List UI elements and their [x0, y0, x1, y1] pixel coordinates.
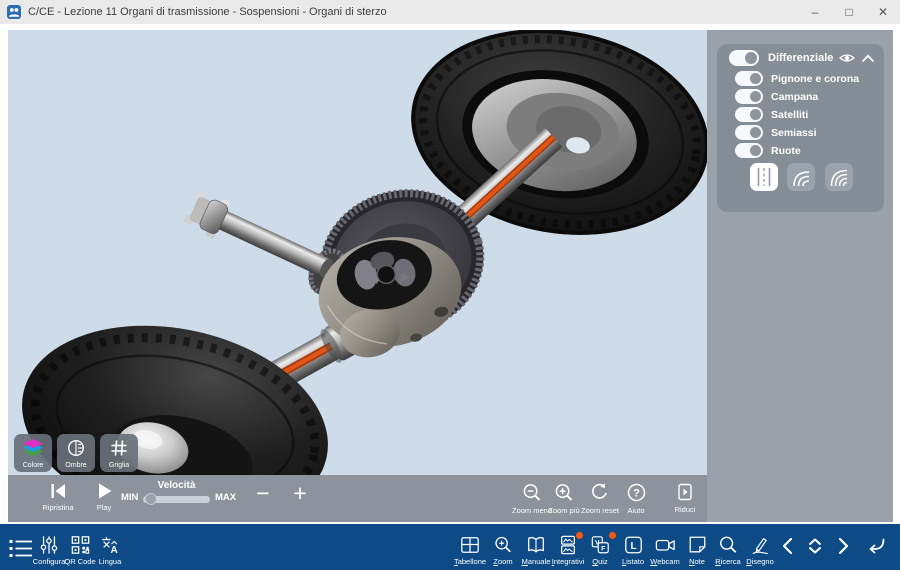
minimize-button[interactable]: – — [798, 0, 832, 24]
differenziale-label: Differenziale — [768, 52, 833, 64]
svg-text:F: F — [601, 545, 605, 552]
help-button[interactable]: ? Aiuto — [612, 482, 660, 515]
chevron-right-icon — [837, 537, 851, 555]
layer-row-campana: Campana — [735, 89, 818, 104]
titlebar: C/CE - Lezione 11 Organi di trasmissione… — [0, 0, 900, 24]
collapse-panel-icon — [675, 482, 695, 502]
grid-icon — [110, 439, 128, 457]
svg-text:?: ? — [633, 488, 640, 500]
zoom-in-icon — [553, 482, 575, 503]
chevron-left-icon — [780, 537, 794, 555]
layer-row-pignone: Pignone e corona — [735, 71, 859, 86]
differenziale-toggle[interactable] — [729, 50, 759, 66]
quiz-vf-icon: VF — [590, 535, 611, 555]
nav-prev-button[interactable] — [780, 537, 794, 555]
window-controls: – □ ✕ — [798, 0, 900, 24]
nav-scroll-updown-button[interactable] — [807, 537, 823, 555]
zoom-reset-icon — [589, 482, 611, 503]
app-icon — [7, 5, 21, 19]
sphere-shading-icon — [67, 439, 85, 457]
curve-road-icon — [792, 167, 810, 187]
pignone-toggle[interactable] — [735, 71, 763, 86]
shadow-tool-label: Ombre — [65, 462, 86, 469]
speed-slider-knob[interactable] — [145, 493, 157, 505]
chevrons-up-down-icon — [807, 537, 823, 555]
visibility-eye-icon[interactable] — [839, 52, 855, 64]
sharp-curve-road-icon — [830, 167, 848, 187]
app-window: C/CE - Lezione 11 Organi di trasmissione… — [0, 0, 900, 572]
speed-slider[interactable] — [143, 496, 210, 503]
nav-disegno[interactable]: Disegno — [737, 535, 783, 566]
svg-text:L: L — [630, 541, 636, 552]
nav-next-button[interactable] — [837, 537, 851, 555]
3d-viewport[interactable]: Colore Ombre Griglia — [8, 30, 707, 475]
grid-tool-label: Griglia — [109, 462, 129, 469]
layer-row-ruote: Ruote — [735, 143, 801, 158]
return-arrow-icon — [866, 537, 886, 555]
layer-row-semiassi: Semiassi — [735, 125, 817, 140]
campana-toggle[interactable] — [735, 89, 763, 104]
shadow-tool-button[interactable]: Ombre — [57, 434, 95, 472]
differential-3d-model — [8, 30, 707, 475]
straight-road-icon — [755, 167, 773, 187]
zoom-plus-icon — [492, 535, 514, 555]
road-straight-button[interactable] — [750, 163, 778, 191]
road-sharp-curve-button[interactable] — [825, 163, 853, 191]
color-tool-label: Colore — [23, 462, 44, 469]
window-title: C/CE - Lezione 11 Organi di trasmissione… — [28, 6, 387, 18]
translate-icon: A — [100, 535, 121, 555]
close-button[interactable]: ✕ — [866, 0, 900, 24]
help-icon: ? — [626, 482, 647, 503]
speed-max-label: MAX — [215, 492, 236, 503]
speed-increase-button[interactable]: + — [293, 481, 306, 505]
maximize-button[interactable]: □ — [832, 0, 866, 24]
layers-color-icon — [22, 439, 44, 457]
right-sidebar: Differenziale Pignone e corona Campana S… — [707, 30, 893, 522]
layers-panel: Differenziale Pignone e corona Campana S… — [717, 44, 884, 212]
search-icon — [717, 535, 739, 555]
speed-title: Velocità — [143, 480, 210, 491]
semiassi-toggle[interactable] — [735, 125, 763, 140]
restart-button[interactable]: Ripristina — [34, 482, 82, 512]
board-grid-icon — [459, 535, 481, 555]
nav-return-button[interactable] — [866, 537, 886, 555]
nav-lingua[interactable]: A Lingua — [87, 535, 133, 566]
chevron-up-icon[interactable] — [862, 54, 874, 63]
road-curve-button[interactable] — [787, 163, 815, 191]
layer-row-satelliti: Satelliti — [735, 107, 808, 122]
speed-min-label: MIN — [121, 492, 138, 503]
color-tool-button[interactable]: Colore — [14, 434, 52, 472]
grid-tool-button[interactable]: Griglia — [100, 434, 138, 472]
pen-draw-icon — [749, 535, 771, 555]
media-gallery-icon — [558, 535, 578, 555]
svg-text:A: A — [110, 545, 117, 555]
play-icon — [95, 482, 113, 500]
listing-L-icon: L — [623, 535, 644, 555]
speed-decrease-button[interactable]: − — [256, 481, 269, 505]
layers-panel-header: Differenziale — [729, 50, 874, 66]
bottom-navbar: Configura QR Code A Lingua Tabellone Zoo… — [0, 524, 900, 570]
ruote-toggle[interactable] — [735, 143, 763, 158]
open-book-icon — [525, 535, 547, 555]
collapse-panel-button[interactable]: Riduci — [661, 482, 709, 514]
playback-controls-bar: Ripristina Play MIN Velocità MAX − + Zoo… — [8, 475, 707, 522]
satelliti-toggle[interactable] — [735, 107, 763, 122]
skip-start-icon — [49, 482, 67, 500]
